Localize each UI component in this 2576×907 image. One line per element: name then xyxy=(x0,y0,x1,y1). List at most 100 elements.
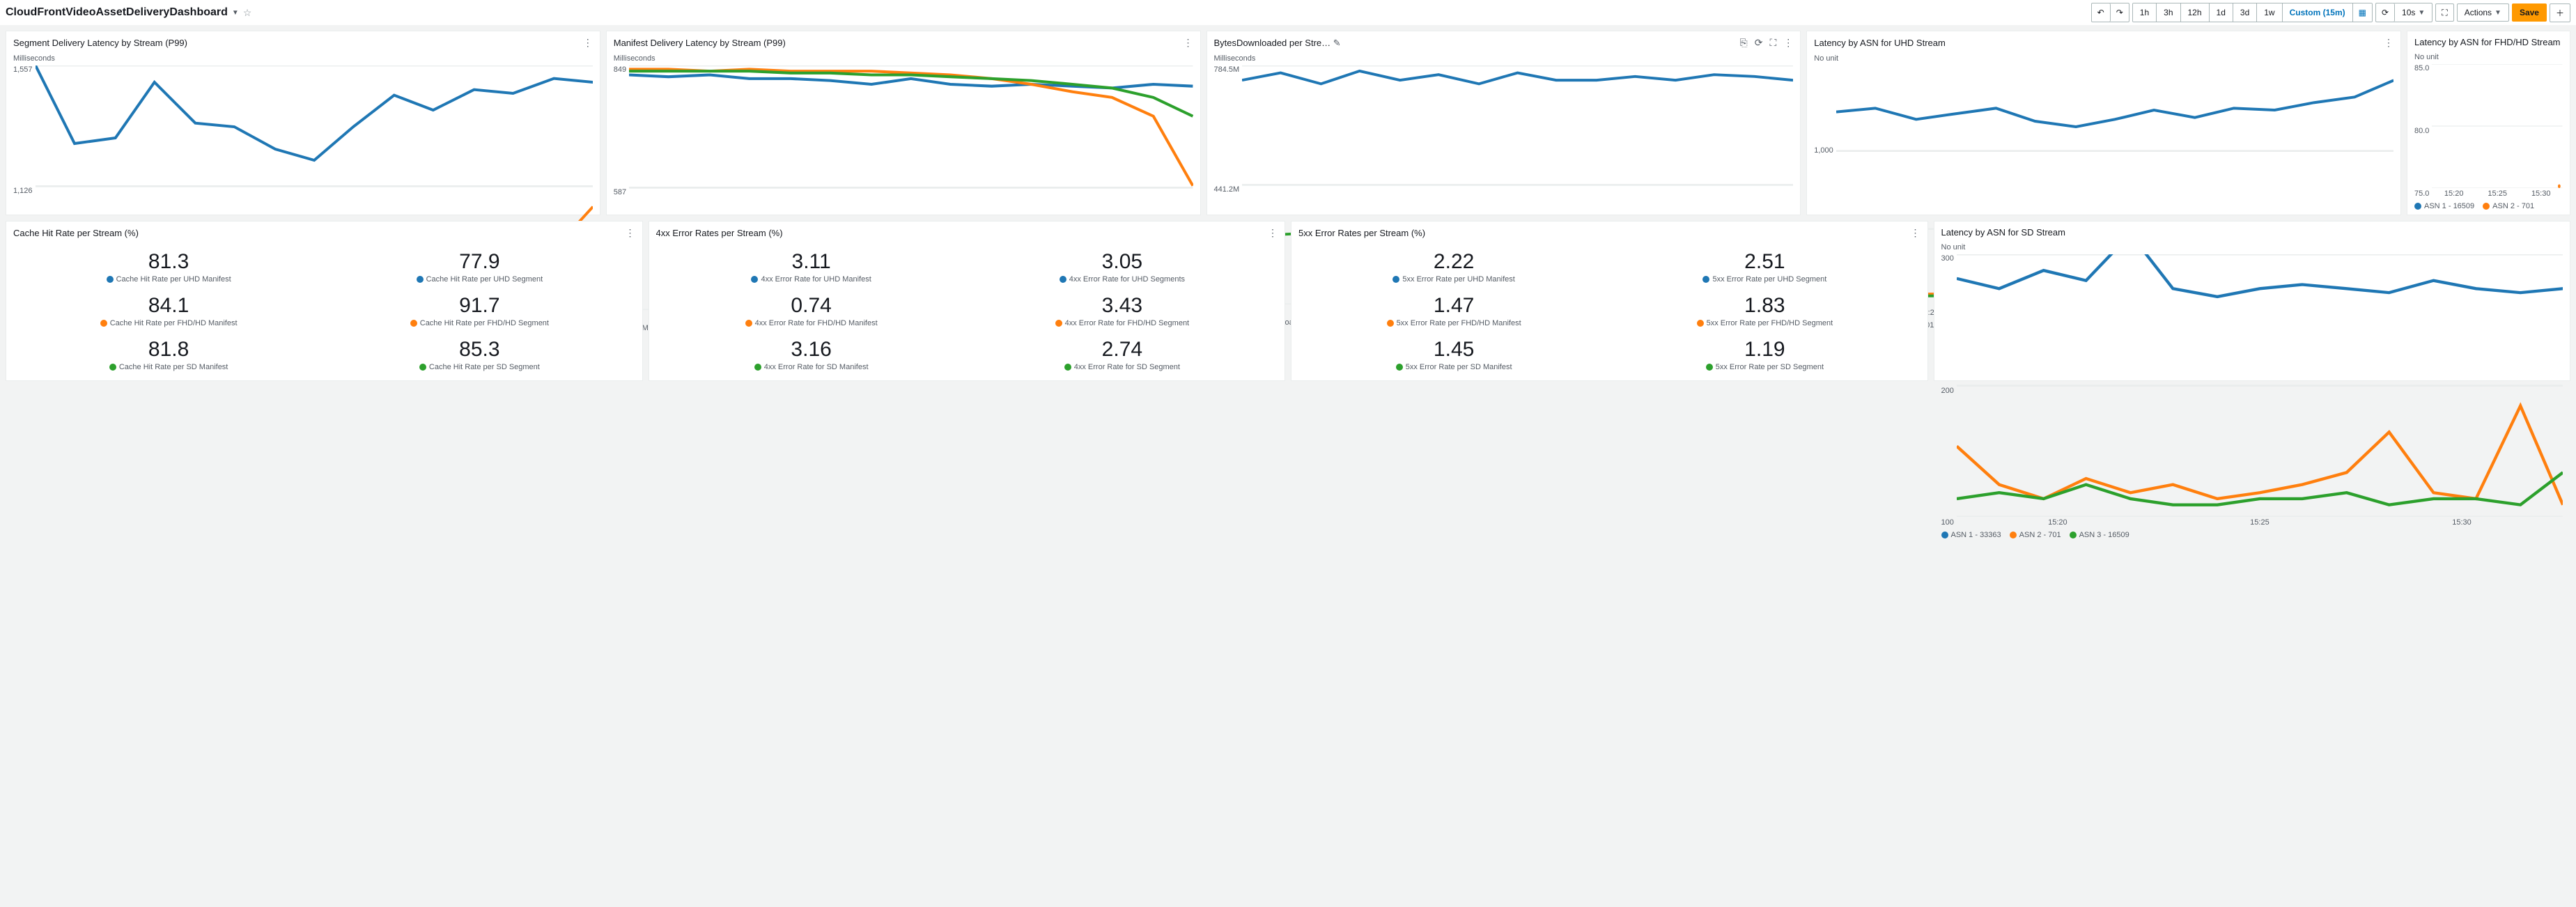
chart-area[interactable] xyxy=(2432,64,2563,188)
title-dropdown-icon[interactable]: ▼ xyxy=(232,9,239,17)
dashboard-grid: Segment Delivery Latency by Stream (P99)… xyxy=(0,25,2576,387)
toolbar: ↶ ↷ 1h 3h 12h 1d 3d 1w Custom (15m) ▦ ⟳ … xyxy=(2091,3,2570,22)
panel-4xx-errors: 4xx Error Rates per Stream (%) ⋮ 3.114xx… xyxy=(649,221,1286,381)
metric-label: Cache Hit Rate per FHD/HD Manifest xyxy=(100,319,238,327)
save-button[interactable]: Save xyxy=(2512,3,2547,22)
metric-value: 1.45 xyxy=(1434,338,1474,362)
metric-label: 5xx Error Rate per SD Manifest xyxy=(1396,363,1512,371)
panel-segment-latency: Segment Delivery Latency by Stream (P99)… xyxy=(6,31,600,215)
metric-label: Cache Hit Rate per SD Segment xyxy=(419,363,540,371)
dashboard-title: CloudFrontVideoAssetDeliveryDashboard xyxy=(6,6,228,19)
metric-label: 4xx Error Rate for UHD Segments xyxy=(1060,275,1185,284)
y-axis: 300 200 100 xyxy=(1941,254,1957,527)
metric-value: 91.7 xyxy=(459,294,499,318)
metric-value: 3.05 xyxy=(1102,250,1142,274)
range-12h[interactable]: 12h xyxy=(2181,3,2210,22)
undo-button[interactable]: ↶ xyxy=(2092,3,2111,22)
redo-button[interactable]: ↷ xyxy=(2111,3,2129,22)
favorite-star-icon[interactable]: ☆ xyxy=(243,7,252,19)
add-widget-button[interactable]: ＋ xyxy=(2550,3,2570,22)
y-axis-unit: No unit xyxy=(1814,54,2393,63)
range-1d[interactable]: 1d xyxy=(2210,3,2233,22)
series-color-dot xyxy=(1392,276,1399,283)
panel-asn-uhd: Latency by ASN for UHD Stream ⋮ No unit … xyxy=(1806,31,2401,215)
panel-title: Segment Delivery Latency by Stream (P99) xyxy=(13,38,187,48)
panel-menu-icon[interactable]: ⋮ xyxy=(1911,227,1921,239)
metric-label: 4xx Error Rate for UHD Manifest xyxy=(751,275,871,284)
range-3d[interactable]: 3d xyxy=(2233,3,2257,22)
metric-label: Cache Hit Rate per UHD Segment xyxy=(417,275,543,284)
series-color-dot xyxy=(1060,276,1066,283)
range-1w[interactable]: 1w xyxy=(2257,3,2282,22)
metrics-grid: 3.114xx Error Rate for UHD Manifest3.054… xyxy=(656,245,1278,376)
series-color-dot xyxy=(410,320,417,327)
panel-title: 4xx Error Rates per Stream (%) xyxy=(656,228,783,238)
panel-title: Manifest Delivery Latency by Stream (P99… xyxy=(614,38,786,48)
refresh-button[interactable]: ⟳ xyxy=(2376,3,2395,22)
metric-label: 5xx Error Rate per SD Segment xyxy=(1706,363,1824,371)
panel-title: Latency by ASN for SD Stream xyxy=(1941,227,2065,238)
metric-label: 4xx Error Rate for FHD/HD Manifest xyxy=(745,319,878,327)
metric-value: 84.1 xyxy=(148,294,189,318)
y-axis-unit: No unit xyxy=(1941,243,2563,251)
y-axis-unit: Milliseconds xyxy=(614,54,1193,63)
legend: ASN 1 - 16509 ASN 2 - 701 xyxy=(2414,198,2563,210)
metric-label: Cache Hit Rate per SD Manifest xyxy=(109,363,228,371)
panel-menu-icon[interactable]: ⋮ xyxy=(2384,37,2393,49)
panel-menu-icon[interactable]: ⋮ xyxy=(626,227,635,239)
panel-menu-icon[interactable]: ⋮ xyxy=(1783,37,1793,49)
expand-icon[interactable]: ⛶ xyxy=(1769,37,1776,49)
series-color-dot xyxy=(1387,320,1394,327)
dashboard-title-area: CloudFrontVideoAssetDeliveryDashboard ▼ … xyxy=(6,6,251,19)
legend-item[interactable]: ASN 1 - 16509 xyxy=(2414,202,2474,210)
metric-value: 0.74 xyxy=(791,294,831,318)
actions-dropdown[interactable]: Actions ▼ xyxy=(2457,3,2509,22)
metric-value: 2.74 xyxy=(1102,338,1142,362)
x-axis: 15:2015:2515:30 xyxy=(2432,188,2563,198)
panel-title: Latency by ASN for FHD/HD Stream xyxy=(2414,37,2561,47)
panel-menu-icon[interactable]: ⋮ xyxy=(1184,37,1193,49)
metric-cell: 1.835xx Error Rate per FHD/HD Segment xyxy=(1609,288,1920,332)
series-color-dot xyxy=(1706,364,1713,371)
panel-title: 5xx Error Rates per Stream (%) xyxy=(1298,228,1425,238)
calendar-icon[interactable]: ▦ xyxy=(2353,3,2372,22)
series-color-dot xyxy=(417,276,424,283)
series-color-dot xyxy=(107,276,114,283)
panel-asn-fhd: Latency by ASN for FHD/HD Stream No unit… xyxy=(2407,31,2570,215)
metric-label: 5xx Error Rate per FHD/HD Manifest xyxy=(1387,319,1521,327)
legend-item[interactable]: ASN 3 - 16509 xyxy=(2070,531,2129,539)
series-color-dot xyxy=(1697,320,1704,327)
metric-cell: 84.1Cache Hit Rate per FHD/HD Manifest xyxy=(13,288,324,332)
metric-label: 5xx Error Rate per UHD Segment xyxy=(1702,275,1826,284)
range-1h[interactable]: 1h xyxy=(2133,3,2157,22)
series-color-dot xyxy=(419,364,426,371)
panel-menu-icon[interactable]: ⋮ xyxy=(1268,227,1278,239)
metric-label: 4xx Error Rate for SD Segment xyxy=(1064,363,1180,371)
y-axis-unit: Milliseconds xyxy=(13,54,593,63)
metric-cell: 2.744xx Error Rate for SD Segment xyxy=(967,332,1278,376)
metric-cell: 85.3Cache Hit Rate per SD Segment xyxy=(324,332,635,376)
legend-item[interactable]: ASN 2 - 701 xyxy=(2483,202,2534,210)
legend-item[interactable]: ASN 2 - 701 xyxy=(2010,531,2061,539)
copy-icon[interactable]: ⎘ xyxy=(1740,37,1748,49)
panel-manifest-latency: Manifest Delivery Latency by Stream (P99… xyxy=(606,31,1201,215)
metric-label: 4xx Error Rate for SD Manifest xyxy=(754,363,869,371)
panel-5xx-errors: 5xx Error Rates per Stream (%) ⋮ 2.22 5xx… xyxy=(1291,221,1928,381)
refresh-interval-select[interactable]: 10s ▼ xyxy=(2395,3,2432,22)
chart-area[interactable] xyxy=(1957,254,2563,517)
range-3h[interactable]: 3h xyxy=(2157,3,2180,22)
metric-cell: 1.455xx Error Rate per SD Manifest xyxy=(1298,332,1609,376)
metric-cell: 2.515xx Error Rate per UHD Segment xyxy=(1609,245,1920,288)
edit-icon[interactable]: ✎ xyxy=(1333,38,1341,48)
fullscreen-button[interactable]: ⛶ xyxy=(2435,3,2453,22)
metric-value: 81.8 xyxy=(148,338,189,362)
refresh-icon[interactable]: ⟳ xyxy=(1755,37,1763,49)
metrics-grid: 81.3Cache Hit Rate per UHD Manifest77.9C… xyxy=(13,245,635,376)
panel-menu-icon[interactable]: ⋮ xyxy=(583,37,593,49)
legend-item[interactable]: ASN 1 - 33363 xyxy=(1941,531,2001,539)
series-color-dot xyxy=(100,320,107,327)
metric-value: 2.22 xyxy=(1434,250,1474,274)
range-custom[interactable]: Custom (15m) xyxy=(2283,3,2353,22)
metric-cell: 0.744xx Error Rate for FHD/HD Manifest xyxy=(656,288,967,332)
y-axis: 85.0 80.0 75.0 xyxy=(2414,64,2432,198)
